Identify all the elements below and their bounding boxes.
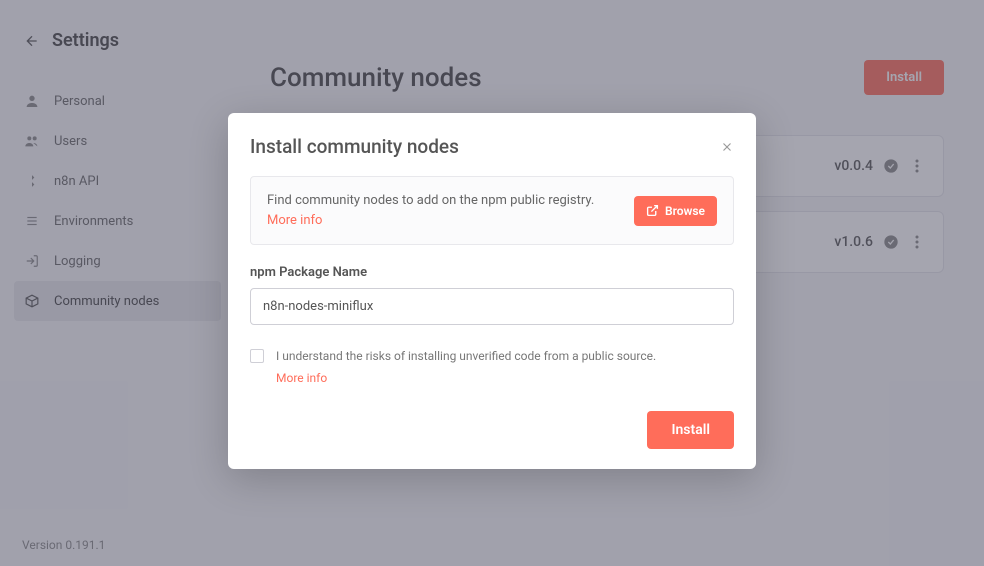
external-link-icon bbox=[646, 204, 659, 217]
install-modal: Install community nodes Find community n… bbox=[228, 113, 756, 469]
browse-button[interactable]: Browse bbox=[634, 196, 717, 226]
modal-title: Install community nodes bbox=[250, 135, 459, 158]
consent-checkbox[interactable] bbox=[250, 349, 264, 363]
field-label: npm Package Name bbox=[250, 265, 734, 280]
info-text-content: Find community nodes to add on the npm p… bbox=[267, 193, 594, 208]
more-info-link[interactable]: More info bbox=[267, 213, 322, 228]
consent-row: I understand the risks of installing unv… bbox=[250, 347, 734, 387]
modal-overlay[interactable]: Install community nodes Find community n… bbox=[0, 0, 984, 566]
consent-text: I understand the risks of installing unv… bbox=[276, 347, 656, 387]
browse-label: Browse bbox=[665, 204, 705, 218]
consent-more-info-link[interactable]: More info bbox=[276, 369, 656, 387]
package-name-input[interactable] bbox=[250, 288, 734, 325]
consent-text-content: I understand the risks of installing unv… bbox=[276, 349, 656, 363]
modal-install-button[interactable]: Install bbox=[647, 411, 734, 449]
modal-footer: Install bbox=[250, 411, 734, 449]
close-icon[interactable] bbox=[720, 140, 734, 154]
info-text: Find community nodes to add on the npm p… bbox=[267, 191, 618, 230]
modal-header: Install community nodes bbox=[250, 135, 734, 158]
info-box: Find community nodes to add on the npm p… bbox=[250, 176, 734, 245]
